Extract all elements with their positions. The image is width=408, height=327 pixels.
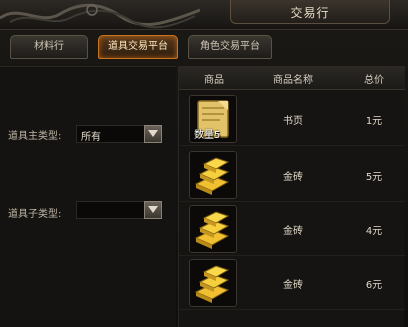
item-name: 金砖: [283, 280, 303, 291]
header-total-price: 总价: [364, 75, 384, 86]
tab-bar: 材料行 道具交易平台 角色交易平台: [0, 32, 408, 62]
sub-type-dropdown-button[interactable]: [144, 201, 162, 219]
tab-item-trade-platform[interactable]: 道具交易平台: [98, 35, 178, 59]
item-price: 4元: [365, 226, 383, 237]
chevron-down-icon: [148, 206, 158, 213]
main-type-value: 所有: [81, 132, 101, 143]
window-title: 交易行: [290, 6, 330, 20]
table-row[interactable]: 金砖 4元: [179, 202, 405, 256]
table-row[interactable]: 金砖 6元: [179, 256, 405, 310]
dragon-ornament-icon: [0, 3, 200, 29]
item-price: 5元: [365, 172, 383, 183]
item-slot[interactable]: 数量5: [189, 95, 237, 143]
item-price: 1元: [365, 116, 383, 127]
chevron-down-icon: [148, 130, 158, 137]
item-quantity: 数量5: [194, 130, 221, 141]
item-slot[interactable]: [189, 151, 237, 199]
title-bar: 交易行: [0, 0, 408, 30]
item-slot[interactable]: [189, 205, 237, 253]
item-name: 金砖: [283, 226, 303, 237]
sub-type-label: 道具子类型:: [8, 209, 62, 220]
tab-character-trade-platform[interactable]: 角色交易平台: [188, 35, 272, 59]
header-product-name: 商品名称: [273, 75, 313, 86]
main-type-select[interactable]: 所有: [76, 125, 162, 143]
table-row[interactable]: 金砖 5元: [179, 148, 405, 202]
product-table: 商品 商品名称 总价 数量5 书页 1元 金砖 5元 金砖 4元 金砖 6元: [178, 66, 405, 327]
header-product: 商品: [204, 75, 224, 86]
sub-type-select[interactable]: [76, 201, 162, 219]
item-name: 金砖: [283, 172, 303, 183]
table-header: 商品 商品名称 总价: [179, 66, 405, 90]
gold-bricks-icon: [194, 157, 230, 195]
filter-panel: 道具主类型: 所有 道具子类型:: [0, 66, 176, 327]
gold-bricks-icon: [194, 265, 230, 303]
main-type-dropdown-button[interactable]: [144, 125, 162, 143]
tab-material-market[interactable]: 材料行: [10, 35, 88, 59]
gold-bricks-icon: [194, 211, 230, 249]
trade-window: 交易行 材料行 道具交易平台 角色交易平台 道具主类型: 所有 道具子类型: 商…: [0, 0, 408, 327]
item-slot[interactable]: [189, 259, 237, 307]
main-type-label: 道具主类型:: [8, 131, 62, 142]
item-price: 6元: [365, 280, 383, 291]
table-row[interactable]: 数量5 书页 1元: [179, 92, 405, 146]
item-name: 书页: [283, 116, 303, 127]
